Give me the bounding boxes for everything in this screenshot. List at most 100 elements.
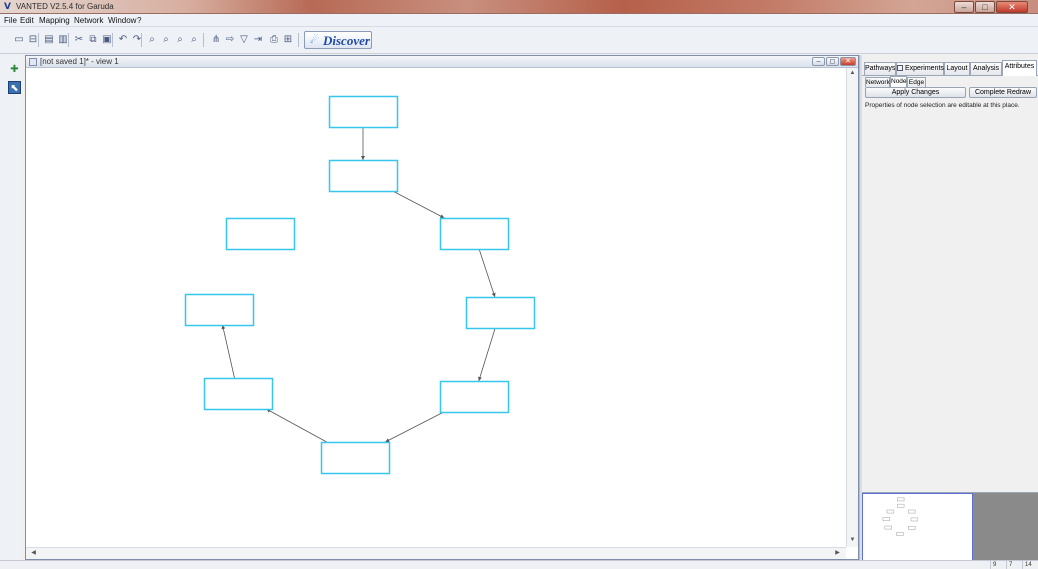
overview-node (910, 517, 919, 522)
discover-icon: ☄ (310, 35, 319, 46)
overview-node (896, 503, 905, 508)
graph-overview[interactable] (862, 492, 1038, 561)
window-title: VANTED V2.5.4 for Garuda (16, 2, 114, 11)
zoom-out-icon[interactable]: ⌕ (173, 32, 187, 47)
tab-analysis[interactable]: Analysis (970, 62, 1002, 75)
overview-node (896, 532, 904, 536)
node-tool-icon[interactable]: ✚ (8, 63, 21, 76)
scroll-down-icon[interactable]: ▼ (847, 535, 858, 546)
frame-maximize-button[interactable]: ◻ (826, 57, 839, 66)
graph-node-box[interactable] (203, 377, 274, 411)
graph-edge[interactable] (221, 324, 235, 379)
attribute-buttons: Apply Changes Complete Redraw (862, 87, 1038, 98)
zoom-fit-icon[interactable]: ⌕ (187, 32, 201, 47)
right-panel: Pathways Experiments Layout Analysis Att… (862, 55, 1038, 561)
overview-viewport[interactable] (862, 493, 973, 561)
tab-experiments[interactable]: Experiments (896, 62, 944, 75)
save-icon[interactable]: ▤ (42, 32, 56, 47)
overview-node (908, 509, 916, 514)
frame-icon (29, 58, 37, 66)
graph-node[interactable] (320, 441, 391, 475)
menu-network[interactable]: Network (74, 15, 103, 26)
graph-node-box[interactable] (225, 217, 296, 251)
graph-node[interactable] (328, 159, 399, 193)
filter-icon[interactable]: ▽ (237, 32, 251, 47)
graph-edge[interactable] (478, 327, 496, 382)
close-icon[interactable]: ✕ (996, 1, 1028, 13)
graph-view-frame: [not saved 1]* - view 1 – ◻ ✕ ▲ ▼ ◀ ▶ (25, 55, 859, 560)
subtab-node[interactable]: Node (890, 76, 907, 87)
frame-title: [not saved 1]* - view 1 (40, 57, 119, 66)
scroll-right-icon[interactable]: ▶ (832, 548, 843, 559)
scroll-left-icon[interactable]: ◀ (28, 548, 39, 559)
complete-redraw-button[interactable]: Complete Redraw (969, 87, 1037, 98)
left-tool-strip: ✚ ⬉ (0, 54, 22, 560)
vertical-scrollbar[interactable]: ▲ ▼ (846, 68, 858, 547)
graph-node[interactable] (439, 217, 510, 251)
menu-window[interactable]: Window (108, 15, 136, 26)
graph-node[interactable] (225, 217, 296, 251)
toolbar-separator (112, 33, 113, 47)
overview-node (882, 517, 890, 522)
graph-edge[interactable] (392, 190, 445, 219)
graph-edge[interactable] (266, 408, 327, 443)
graph-canvas[interactable] (26, 68, 846, 547)
graph-node[interactable] (203, 377, 274, 411)
graph-node-box[interactable] (184, 293, 255, 327)
overview-node (896, 497, 905, 502)
undo-icon[interactable]: ↶ (116, 32, 130, 47)
tab-pathways[interactable]: Pathways (864, 62, 896, 75)
toolbar-separator (141, 33, 142, 47)
frame-minimize-button[interactable]: – (812, 57, 825, 66)
graph-node-box[interactable] (439, 217, 510, 251)
select-tool-icon[interactable]: ⬉ (8, 81, 21, 94)
menu-bar: File Edit Mapping Network Window ? (0, 14, 1038, 27)
cut-icon[interactable]: ✂ (72, 32, 86, 47)
menu-help[interactable]: ? (137, 15, 141, 26)
menu-file[interactable]: File (4, 15, 17, 26)
maximize-icon[interactable]: □ (975, 1, 995, 13)
frame-close-button[interactable]: ✕ (840, 57, 856, 66)
menu-edit[interactable]: Edit (20, 15, 34, 26)
graph-node[interactable] (184, 293, 255, 327)
settings-icon[interactable]: ⊞ (281, 32, 295, 47)
graph-node[interactable] (465, 296, 536, 330)
status-extra: 14 (1022, 561, 1038, 569)
scroll-up-icon[interactable]: ▲ (847, 68, 858, 79)
desktop-pane: [not saved 1]* - view 1 – ◻ ✕ ▲ ▼ ◀ ▶ (25, 55, 859, 560)
menu-mapping[interactable]: Mapping (39, 15, 70, 26)
layout-icon[interactable]: ⋔ (209, 32, 223, 47)
apply-changes-button[interactable]: Apply Changes (865, 87, 966, 98)
tab-layout[interactable]: Layout (944, 62, 970, 75)
subtab-network[interactable]: Network (865, 77, 890, 87)
main-toolbar: ▭ ⊟ ▤ ▥ ✂ ⧉ ▣ ↶ ↷ ⌕ ⌕ ⌕ ⌕ ⋔ ⇨ ▽ ⇥ ⎙ ⊞ ☄ Discover (0, 27, 1038, 54)
discover-button[interactable]: ☄ Discover (304, 31, 372, 49)
toolbar-separator (68, 33, 69, 47)
graph-node-box[interactable] (465, 296, 536, 330)
graph-node-box[interactable] (320, 441, 391, 475)
window-titlebar: V VANTED V2.5.4 for Garuda – □ ✕ (0, 0, 1038, 14)
tab-attributes[interactable]: Attributes (1002, 60, 1037, 76)
attribute-info-text: Properties of node selection are editabl… (865, 102, 1020, 109)
minimize-icon[interactable]: – (954, 1, 974, 13)
overview-node (886, 509, 895, 514)
print-icon[interactable]: ⎙ (267, 32, 281, 47)
graph-node-box[interactable] (328, 159, 399, 193)
zoom-icon[interactable]: ⌕ (145, 32, 159, 47)
graph-node[interactable] (439, 380, 510, 414)
zoom-in-icon[interactable]: ⌕ (159, 32, 173, 47)
status-edge-count: 7 (1006, 561, 1020, 569)
graph-edge[interactable] (478, 248, 496, 298)
graph-node-box[interactable] (439, 380, 510, 414)
overview-node (884, 525, 892, 530)
subtab-edge[interactable]: Edge (907, 77, 926, 87)
move-icon[interactable]: ⇨ (223, 32, 237, 47)
copy-icon[interactable]: ⧉ (86, 32, 100, 47)
export-icon[interactable]: ⇥ (251, 32, 265, 47)
graph-node[interactable] (328, 95, 399, 129)
horizontal-scrollbar[interactable]: ◀ ▶ (26, 547, 846, 559)
new-graph-icon[interactable]: ▭ (12, 32, 26, 47)
graph-edge[interactable] (385, 411, 444, 443)
graph-node-box[interactable] (328, 95, 399, 129)
app-logo-icon: V (4, 2, 11, 12)
